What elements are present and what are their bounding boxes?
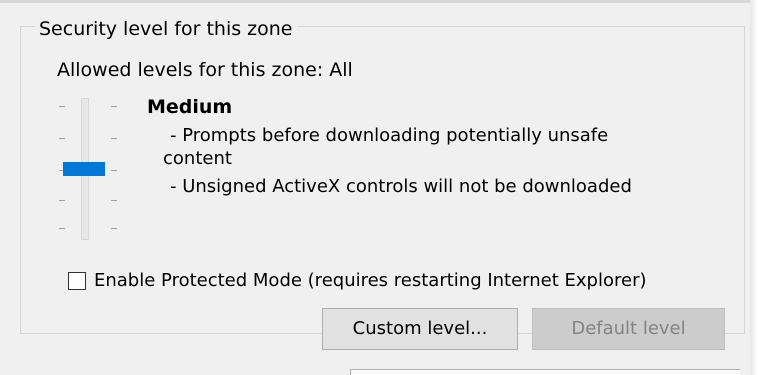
slider-tick xyxy=(59,200,65,201)
level-description-line: - Unsigned ActiveX controls will not be … xyxy=(170,176,632,197)
protected-mode-checkbox[interactable] xyxy=(68,272,86,290)
slider-tick xyxy=(59,228,65,229)
custom-level-button[interactable]: Custom level... xyxy=(322,308,518,350)
top-edge xyxy=(0,0,758,3)
protected-mode-label[interactable]: Enable Protected Mode (requires restarti… xyxy=(94,270,647,292)
protected-mode-row[interactable]: Enable Protected Mode (requires restarti… xyxy=(68,270,647,292)
slider-tick xyxy=(111,106,117,107)
security-level-slider[interactable] xyxy=(55,96,127,244)
security-level-name: Medium xyxy=(147,96,233,118)
slider-thumb[interactable] xyxy=(63,162,105,176)
slider-tick xyxy=(111,170,117,171)
bottom-control-edge xyxy=(350,369,740,375)
default-level-button[interactable]: Default level xyxy=(532,308,725,350)
slider-tick xyxy=(111,200,117,201)
allowed-levels-text: Allowed levels for this zone: All xyxy=(57,59,353,81)
right-edge-shadow xyxy=(750,0,758,375)
slider-tick xyxy=(111,228,117,229)
slider-tick xyxy=(59,106,65,107)
group-title: Security level for this zone xyxy=(35,18,297,40)
level-description-line: content xyxy=(163,148,232,169)
slider-tick xyxy=(59,138,65,139)
level-description-line: - Prompts before downloading potentially… xyxy=(170,125,609,146)
slider-tick xyxy=(111,138,117,139)
security-zone-panel: Security level for this zone Allowed lev… xyxy=(0,0,758,375)
